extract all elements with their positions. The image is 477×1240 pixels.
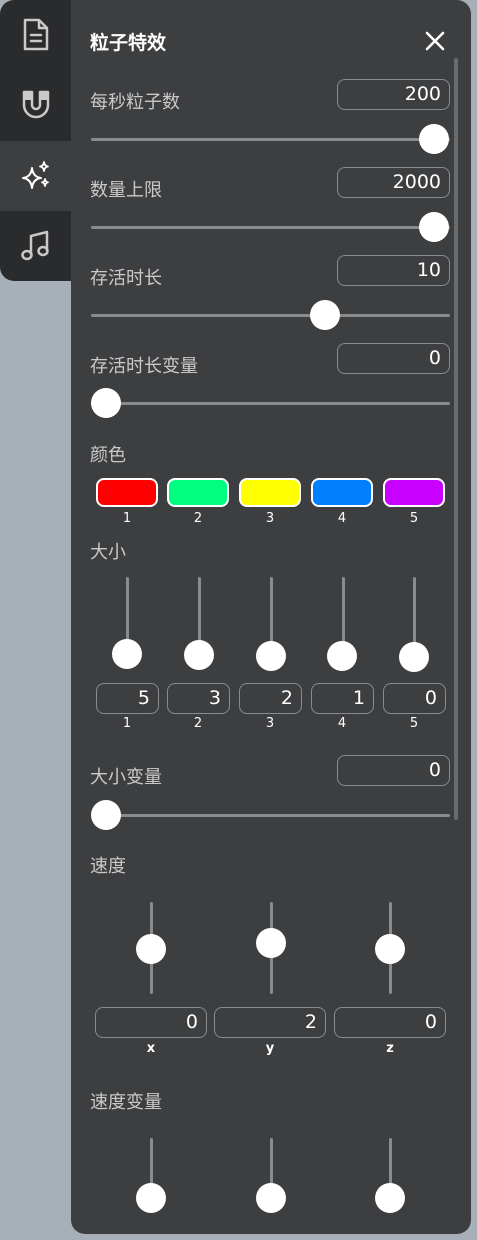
velocity-var-label: 速度变量	[90, 1092, 162, 1113]
particles-tab[interactable]	[0, 141, 72, 211]
max-input[interactable]: 2000	[337, 167, 450, 198]
life-var-label: 存活时长变量	[90, 356, 198, 377]
size-index-5: 5	[409, 716, 419, 731]
size-slider-thumb-1[interactable]	[112, 639, 142, 669]
document-tab[interactable]	[0, 0, 72, 70]
color-index-2: 2	[193, 511, 203, 526]
max-slider-thumb[interactable]	[419, 212, 449, 242]
magnet-icon	[22, 90, 50, 119]
size-index-3: 3	[265, 716, 275, 731]
velocity-input-y[interactable]: 2	[214, 1007, 326, 1038]
size-input-2[interactable]: 3	[167, 683, 230, 714]
size-slider-thumb-2[interactable]	[184, 640, 214, 670]
life-input[interactable]: 10	[337, 255, 450, 286]
velocity-input-x[interactable]: 0	[95, 1007, 207, 1038]
size-var-slider-track[interactable]	[91, 814, 450, 817]
color-index-5: 5	[409, 511, 419, 526]
size-input-3[interactable]: 2	[239, 683, 302, 714]
close-icon	[425, 31, 445, 51]
size-slider-thumb-3[interactable]	[256, 641, 286, 671]
color-label: 颜色	[90, 445, 126, 466]
magnet-tab[interactable]	[0, 70, 72, 140]
life-var-slider-track[interactable]	[91, 402, 450, 405]
close-button[interactable]	[421, 27, 449, 55]
rate-label: 每秒粒子数	[90, 92, 180, 113]
size-index-4: 4	[337, 716, 347, 731]
max-label: 数量上限	[90, 180, 162, 201]
panel-scrollbar[interactable]	[454, 58, 458, 820]
color-index-1: 1	[122, 511, 132, 526]
color-swatch-2[interactable]	[167, 478, 229, 507]
color-swatch-3[interactable]	[239, 478, 301, 507]
velocity-axis-x: x	[146, 1041, 156, 1056]
size-input-1[interactable]: 5	[96, 683, 159, 714]
color-swatch-5[interactable]	[383, 478, 445, 507]
color-index-4: 4	[337, 511, 347, 526]
velocity-axis-z: z	[386, 1041, 394, 1056]
side-nav-rail	[0, 0, 78, 281]
music-note-icon	[21, 230, 49, 261]
size-slider-thumb-4[interactable]	[327, 641, 357, 671]
velocity-var-slider-thumb-y[interactable]	[256, 1183, 286, 1213]
velocity-slider-thumb-y[interactable]	[256, 928, 286, 958]
size-var-label: 大小变量	[90, 767, 162, 788]
velocity-slider-thumb-x[interactable]	[136, 934, 166, 964]
size-index-1: 1	[122, 716, 132, 731]
document-icon	[23, 18, 49, 51]
velocity-var-slider-thumb-z[interactable]	[375, 1183, 405, 1213]
color-swatch-1[interactable]	[96, 478, 158, 507]
life-var-slider-thumb[interactable]	[91, 388, 121, 418]
velocity-var-slider-thumb-x[interactable]	[136, 1183, 166, 1213]
life-slider-track[interactable]	[91, 314, 450, 317]
size-slider-thumb-5[interactable]	[399, 642, 429, 672]
sparkles-icon	[22, 161, 49, 189]
size-index-2: 2	[193, 716, 203, 731]
color-index-3: 3	[265, 511, 275, 526]
color-swatch-4[interactable]	[311, 478, 373, 507]
velocity-axis-y: y	[265, 1041, 275, 1056]
size-var-slider-thumb[interactable]	[91, 800, 121, 830]
size-input-4[interactable]: 1	[311, 683, 374, 714]
velocity-input-z[interactable]: 0	[334, 1007, 446, 1038]
velocity-slider-thumb-z[interactable]	[375, 934, 405, 964]
panel-title: 粒子特效	[90, 32, 167, 54]
music-tab[interactable]	[0, 211, 72, 281]
rate-slider-track[interactable]	[91, 138, 450, 141]
life-var-input[interactable]: 0	[337, 343, 450, 374]
rate-slider-thumb[interactable]	[419, 124, 449, 154]
max-slider-track[interactable]	[91, 226, 450, 229]
size-label: 大小	[90, 542, 126, 563]
life-label: 存活时长	[90, 268, 162, 289]
rate-input[interactable]: 200	[337, 79, 450, 110]
life-slider-thumb[interactable]	[310, 300, 340, 330]
velocity-label: 速度	[90, 856, 126, 877]
size-var-input[interactable]: 0	[337, 755, 450, 786]
size-input-5[interactable]: 0	[383, 683, 446, 714]
